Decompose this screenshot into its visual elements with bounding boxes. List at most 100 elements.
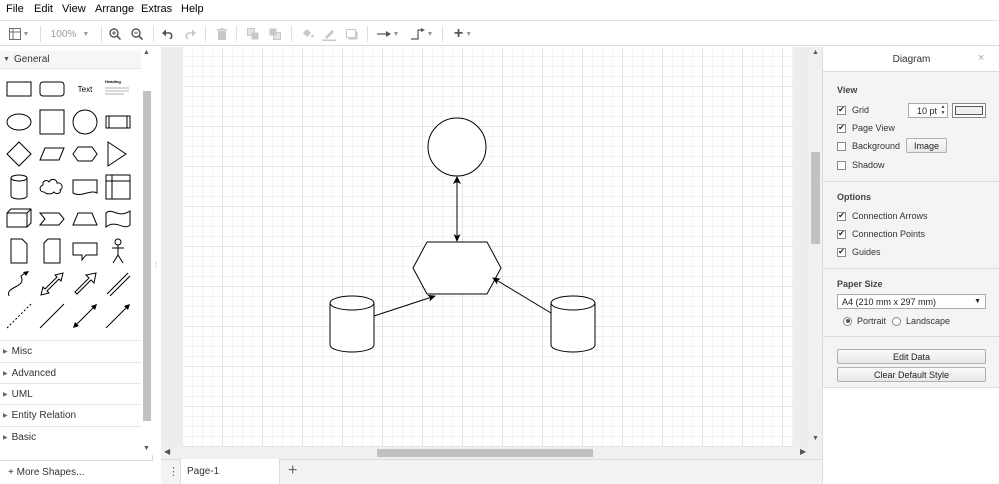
shape-document[interactable] [69,171,101,203]
connector-right-cylinder-hexagon[interactable] [492,277,552,314]
zoom-out-button[interactable] [129,25,145,43]
page-menu-icon[interactable]: ⋮ [168,465,179,478]
tab-diagram[interactable]: Diagram [823,47,999,71]
canvas-vertical-scroll-thumb[interactable] [811,152,820,244]
view-panels-button[interactable]: ▼ [6,25,32,43]
menu-view[interactable]: View [62,3,86,15]
background-option[interactable]: Background [837,141,900,151]
diagram-circle[interactable] [427,117,487,177]
scroll-left-icon[interactable]: ◀ [164,447,170,456]
scroll-up-icon[interactable]: ▲ [812,49,819,56]
tab-page-1[interactable]: Page-1 [180,459,280,484]
portrait-radio[interactable] [843,316,852,326]
guides-option[interactable]: ✔ Guides [837,247,881,257]
more-shapes-button[interactable]: + More Shapes... [0,460,153,484]
zoom-select[interactable]: 100% ▼ [48,25,92,43]
category-advanced[interactable]: ▶ Advanced [0,362,141,383]
scroll-down-icon[interactable]: ▼ [812,435,819,442]
category-misc[interactable]: ▶ Misc [0,340,141,361]
background-checkbox[interactable] [837,141,846,151]
menu-help[interactable]: Help [181,3,204,15]
edit-data-button[interactable]: Edit Data [837,349,986,364]
canvas-horizontal-scroll-thumb[interactable] [377,449,593,457]
splitter-grip-icon[interactable]: ⁞ [155,262,157,269]
shape-rectangle[interactable] [3,73,35,105]
scroll-down-icon[interactable]: ▼ [143,445,150,452]
shape-hexagon[interactable] [69,138,101,170]
grid-color-picker[interactable] [952,103,986,118]
menu-extras[interactable]: Extras [141,3,172,15]
canvas-vertical-scrollbar[interactable] [809,47,822,447]
image-button[interactable]: Image [906,138,947,153]
connection-style-button[interactable]: ▼ [374,25,402,43]
category-general[interactable]: ▼ General [0,51,141,69]
menu-edit[interactable]: Edit [34,3,53,15]
shape-link[interactable] [102,268,134,300]
redo-button[interactable] [181,25,197,43]
shape-process[interactable] [102,106,134,138]
connector-left-cylinder-hexagon[interactable] [373,294,436,317]
scroll-right-icon[interactable]: ▶ [800,447,806,456]
sidebar-scrollbar-thumb[interactable] [143,91,151,421]
diagram-hexagon[interactable] [412,241,502,295]
connection-points-option[interactable]: ✔ Connection Points [837,229,925,239]
guides-checkbox[interactable]: ✔ [837,247,846,257]
to-back-button[interactable] [267,25,283,43]
shape-trapezoid[interactable] [69,203,101,235]
shape-card[interactable] [36,235,68,267]
zoom-in-button[interactable] [107,25,123,43]
shape-cylinder[interactable] [3,171,35,203]
grid-option[interactable]: ✔ Grid [837,105,869,115]
shadow-checkbox[interactable] [837,160,846,170]
delete-button[interactable] [214,25,230,43]
shape-callout[interactable] [69,235,101,267]
fill-color-button[interactable] [299,25,315,43]
close-icon[interactable]: × [978,52,984,64]
page-view-option[interactable]: ✔ Page View [837,123,895,133]
shape-square[interactable] [36,106,68,138]
shape-tape[interactable] [102,203,134,235]
shape-circle[interactable] [69,106,101,138]
sidebar-splitter[interactable] [153,47,161,457]
add-page-icon[interactable]: + [288,462,297,480]
shape-heading[interactable]: Heading [102,73,134,105]
shape-actor[interactable] [102,235,134,267]
shape-internal-storage[interactable] [102,171,134,203]
category-basic[interactable]: ▶ Basic [0,426,141,447]
shape-diamond[interactable] [3,138,35,170]
shape-parallelogram[interactable] [36,138,68,170]
paper-size-select[interactable]: A4 (210 mm x 297 mm) ▼ [837,294,986,309]
scroll-up-icon[interactable]: ▲ [143,49,150,56]
page-view-checkbox[interactable]: ✔ [837,123,846,133]
clear-default-style-button[interactable]: Clear Default Style [837,367,986,382]
connection-arrows-option[interactable]: ✔ Connection Arrows [837,211,928,221]
undo-button[interactable] [160,25,176,43]
diagram-cylinder-left[interactable] [329,295,375,353]
landscape-option[interactable]: Landscape [892,316,950,326]
connection-points-checkbox[interactable]: ✔ [837,229,846,239]
grid-size-stepper[interactable]: ▲ ▼ [939,104,947,117]
insert-button[interactable]: + ▼ [450,25,476,43]
category-entity-relation[interactable]: ▶ Entity Relation [0,404,141,425]
menu-file[interactable]: File [6,3,24,15]
shape-bidirectional-connector[interactable] [69,300,101,332]
shape-step[interactable] [36,203,68,235]
shape-curve[interactable] [3,268,35,300]
shape-ellipse[interactable] [3,106,35,138]
category-uml[interactable]: ▶ UML [0,383,141,404]
shadow-option[interactable]: Shadow [837,160,885,170]
grid-checkbox[interactable]: ✔ [837,105,846,115]
shape-note[interactable] [3,235,35,267]
landscape-radio[interactable] [892,316,901,326]
waypoints-button[interactable]: ▼ [408,25,436,43]
shape-rounded-rectangle[interactable] [36,73,68,105]
shape-dashed-line[interactable] [3,300,35,332]
line-color-button[interactable] [321,25,337,43]
shape-triangle[interactable] [102,138,134,170]
diagram-cylinder-right[interactable] [550,295,596,353]
shape-cube[interactable] [3,203,35,235]
connection-arrows-checkbox[interactable]: ✔ [837,211,846,221]
shape-line[interactable] [36,300,68,332]
shape-bidirectional-arrow[interactable] [36,268,68,300]
to-front-button[interactable] [245,25,261,43]
